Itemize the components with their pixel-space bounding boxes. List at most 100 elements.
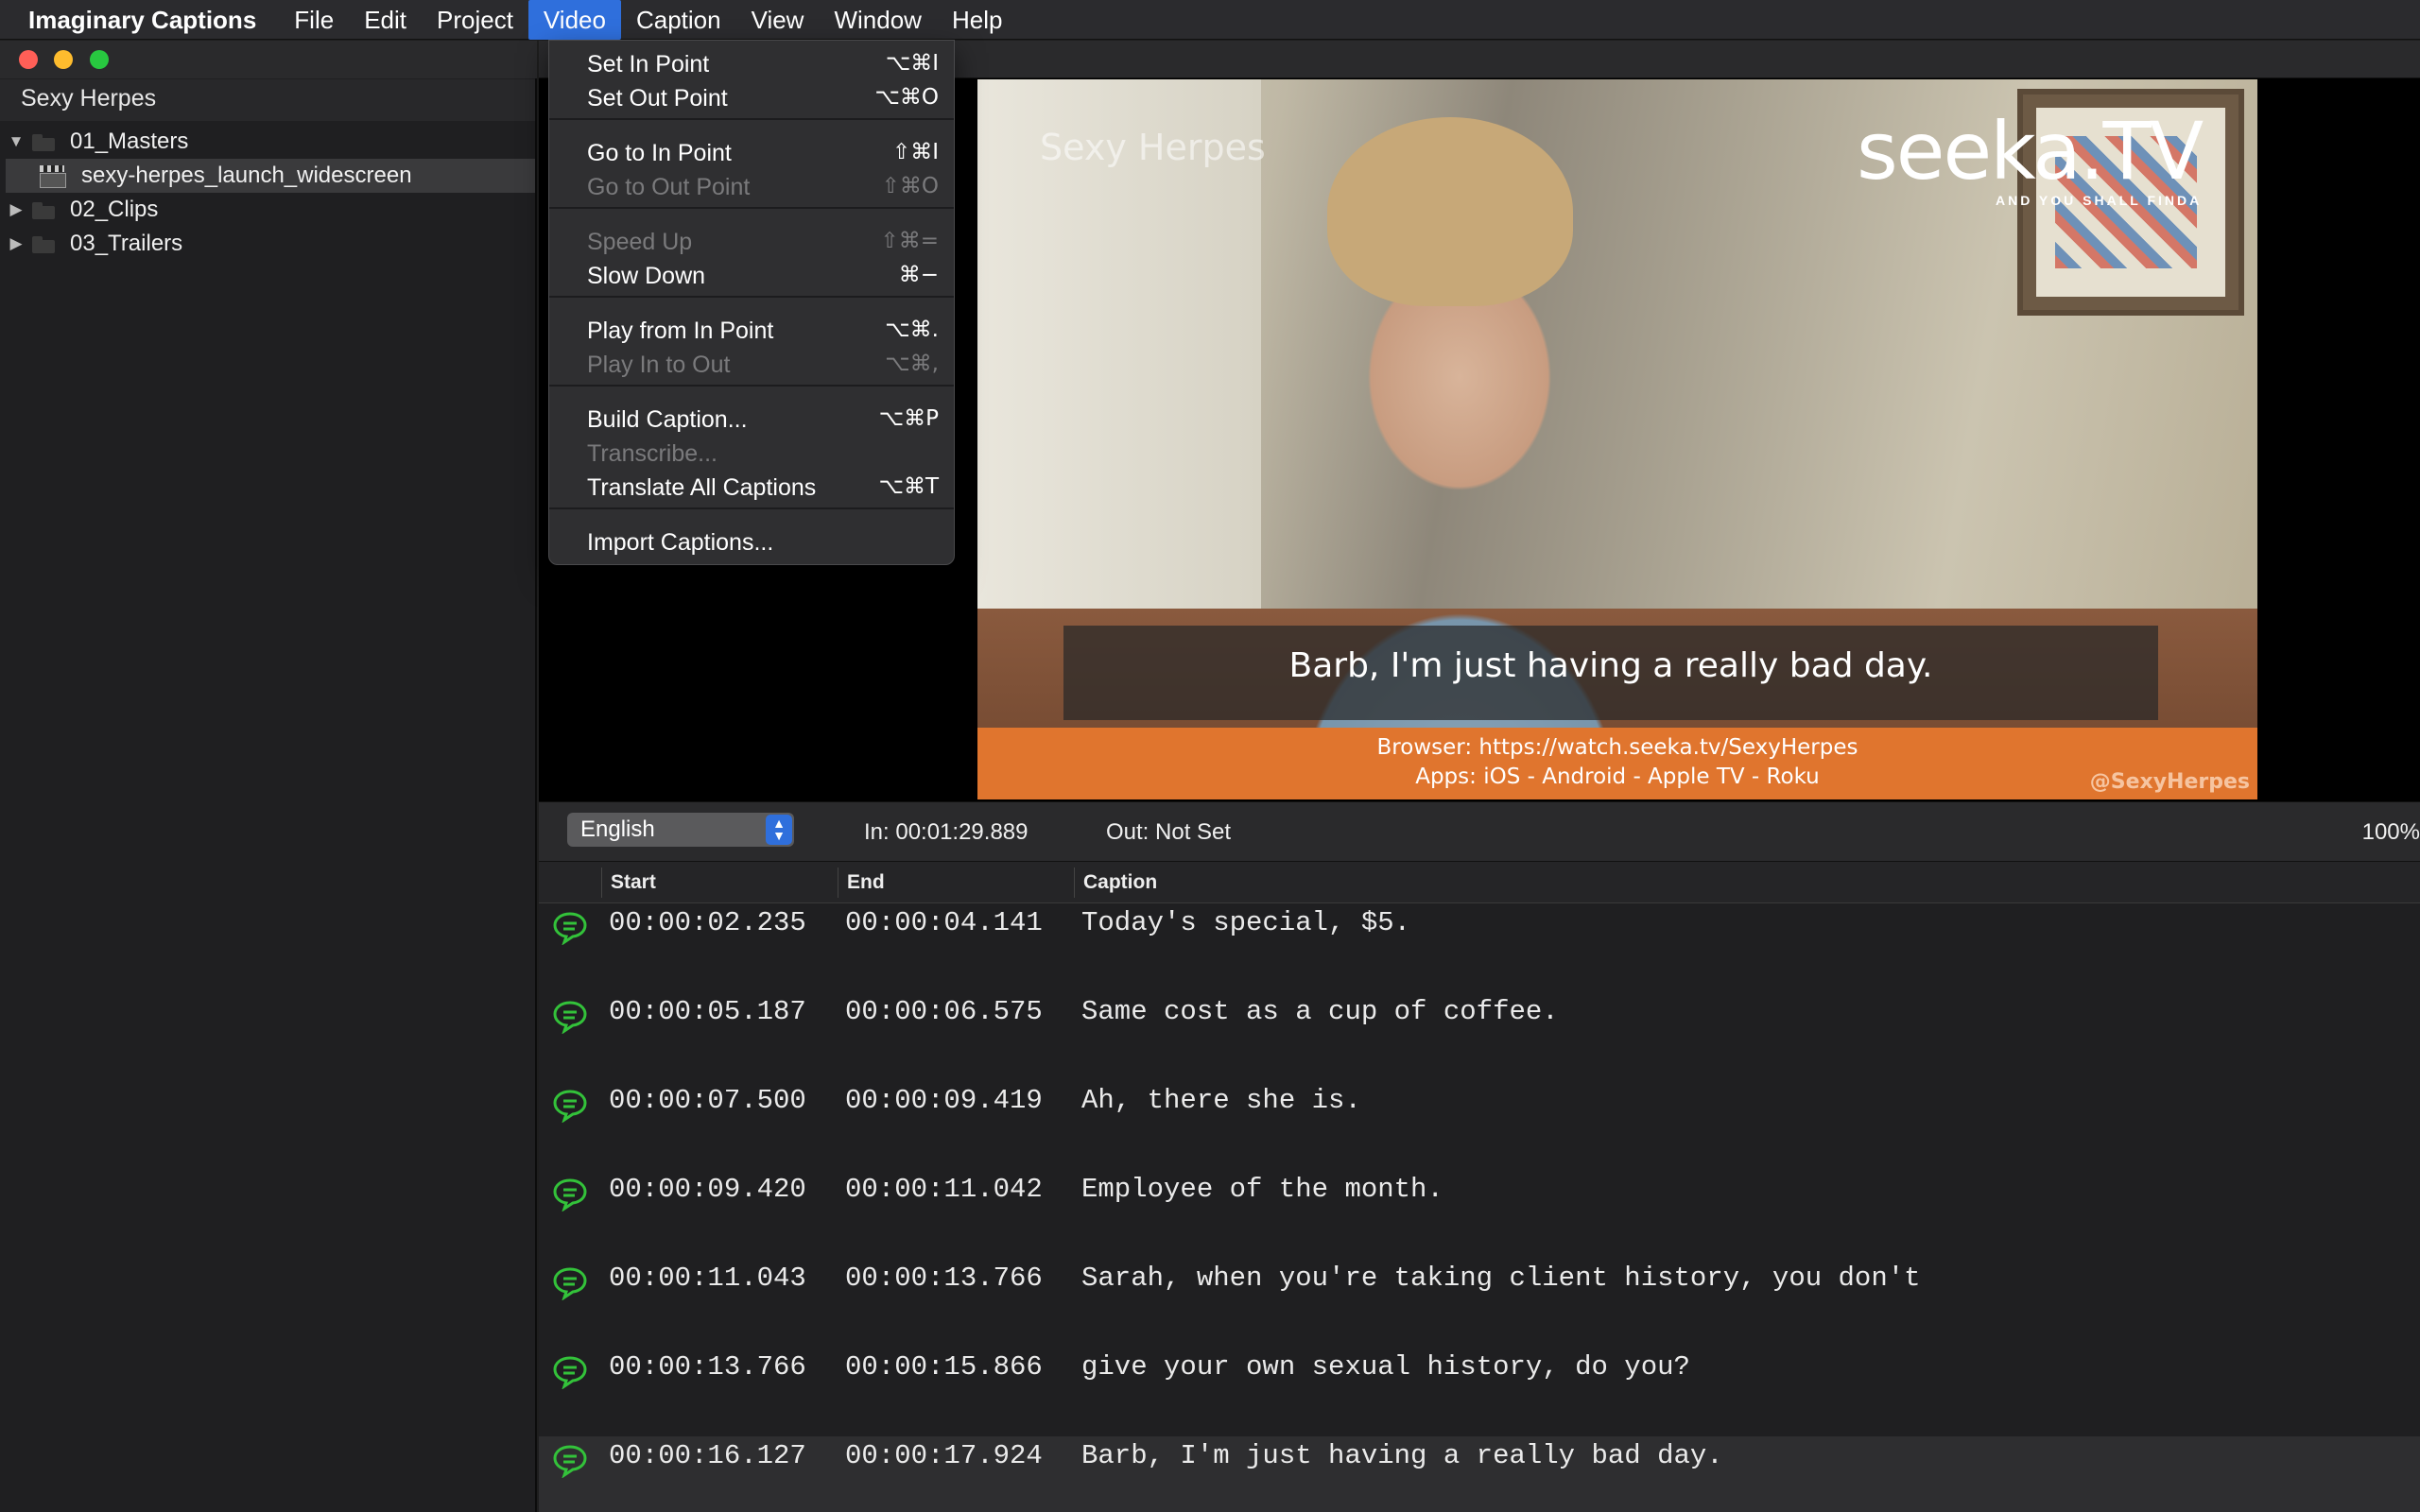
menu-file[interactable]: File (279, 0, 349, 40)
minimize-window-button[interactable] (54, 50, 73, 69)
language-select[interactable]: English ▲ ▼ (567, 813, 794, 847)
cell-caption[interactable]: Same cost as a cup of coffee. (1081, 996, 1559, 1027)
cell-end[interactable]: 00:00:15.866 (845, 1351, 1043, 1383)
menu-item-import-captions[interactable]: Import Captions... (549, 524, 954, 558)
column-separator (1074, 868, 1075, 898)
disclosure-expanded-icon[interactable]: ▼ (6, 132, 26, 151)
column-header-end[interactable]: End (847, 871, 885, 894)
zoom-window-button[interactable] (90, 50, 109, 69)
cell-start[interactable]: 00:00:05.187 (609, 996, 806, 1027)
social-handle: @SexyHerpes (2089, 770, 2250, 794)
close-window-button[interactable] (19, 50, 38, 69)
video-menu-dropdown: Set In Point ⌥⌘I Set Out Point ⌥⌘O Go to In … (548, 40, 955, 565)
cell-caption[interactable]: give your own sexual history, do you? (1081, 1351, 1690, 1383)
tree-item-launch-widescreen[interactable]: sexy-herpes_launch_widescreen (6, 159, 535, 193)
menu-item-label: Slow Down (587, 263, 706, 289)
caption-bubble-icon (552, 1089, 588, 1124)
clapperboard-icon (40, 165, 66, 188)
menu-caption[interactable]: Caption (621, 0, 736, 40)
menu-window[interactable]: Window (819, 0, 936, 40)
menu-view[interactable]: View (736, 0, 820, 40)
cell-end[interactable]: 00:00:17.924 (845, 1440, 1043, 1471)
table-row[interactable]: 00:00:13.766 00:00:15.866 give your own se… (539, 1348, 2420, 1436)
menu-item-label: Play from In Point (587, 318, 774, 344)
menu-help[interactable]: Help (937, 0, 1017, 40)
menu-separator (549, 207, 954, 209)
folder-icon (32, 234, 57, 253)
menu-item-build-caption[interactable]: Build Caption... ⌥⌘P (549, 402, 954, 436)
tree-item-label: sexy-herpes_launch_widescreen (81, 163, 412, 188)
tree-item-01-masters[interactable]: ▼ 01_Masters (6, 125, 535, 159)
menu-item-slow-down[interactable]: Slow Down ⌘− (549, 258, 954, 292)
menu-item-label: Play In to Out (587, 352, 731, 378)
menu-item-transcribe[interactable]: Transcribe... (549, 436, 954, 470)
table-row[interactable]: 00:00:07.500 00:00:09.419 Ah, there she is… (539, 1081, 2420, 1170)
menu-item-label: Build Caption... (587, 406, 748, 433)
table-row[interactable]: 00:00:05.187 00:00:06.575 Same cost as a c… (539, 992, 2420, 1081)
menu-item-shortcut: ⌥⌘, (885, 352, 939, 376)
column-separator (601, 868, 602, 898)
menu-item-label: Transcribe... (587, 440, 718, 467)
table-row[interactable]: 00:00:11.043 00:00:13.766 Sarah, when you'… (539, 1259, 2420, 1348)
cell-start[interactable]: 00:00:13.766 (609, 1351, 806, 1383)
menu-item-play-in-to-out[interactable]: Play In to Out ⌥⌘, (549, 347, 954, 381)
menu-item-play-from-in-point[interactable]: Play from In Point ⌥⌘. (549, 313, 954, 347)
menu-item-translate-all-captions[interactable]: Translate All Captions ⌥⌘T (549, 470, 954, 504)
tree-item-02-clips[interactable]: ▶ 02_Clips (6, 193, 535, 227)
chevron-updown-icon[interactable]: ▲ ▼ (766, 815, 792, 845)
cell-caption[interactable]: Ah, there she is. (1081, 1085, 1361, 1116)
cell-start[interactable]: 00:00:09.420 (609, 1174, 806, 1205)
tree-item-label: 01_Masters (70, 129, 189, 154)
subtitle-overlay: Barb, I'm just having a really bad day. (1063, 626, 2158, 720)
cell-start[interactable]: 00:00:16.127 (609, 1440, 806, 1471)
cell-end[interactable]: 00:00:04.141 (845, 907, 1043, 938)
table-header: Start End Caption (539, 862, 2420, 903)
captions-table: Start End Caption 00:00:02.235 00:00:04.1… (539, 862, 2420, 1512)
cell-caption[interactable]: Sarah, when you're taking client history… (1081, 1263, 1921, 1294)
cell-end[interactable]: 00:00:11.042 (845, 1174, 1043, 1205)
cell-caption[interactable]: Employee of the month. (1081, 1174, 1443, 1205)
menu-item-label: Set Out Point (587, 85, 728, 112)
cell-start[interactable]: 00:00:11.043 (609, 1263, 806, 1294)
video-title-overlay: Sexy Herpes (1040, 127, 1266, 168)
cell-end[interactable]: 00:00:13.766 (845, 1263, 1043, 1294)
menu-item-label: Go to Out Point (587, 174, 751, 200)
column-header-caption[interactable]: Caption (1083, 871, 1157, 894)
table-row[interactable]: 00:00:09.420 00:00:11.042 Employee of the … (539, 1170, 2420, 1259)
menu-project[interactable]: Project (422, 0, 528, 40)
menu-item-go-to-in-point[interactable]: Go to In Point ⇧⌘I (549, 135, 954, 169)
video-player[interactable]: Sexy Herpes seeka.TV AND YOU SHALL FINDA… (977, 79, 2257, 799)
table-row[interactable]: 00:00:16.127 00:00:17.924 Barb, I'm just h… (539, 1436, 2420, 1512)
promo-banner: Browser: https://watch.seeka.tv/SexyHerp… (977, 728, 2257, 799)
menu-item-go-to-out-point[interactable]: Go to Out Point ⇧⌘O (549, 169, 954, 203)
cell-start[interactable]: 00:00:07.500 (609, 1085, 806, 1116)
video-scene-hair (1327, 117, 1573, 306)
menu-item-label: Go to In Point (587, 140, 732, 166)
menu-video[interactable]: Video (527, 0, 621, 40)
cell-caption[interactable]: Today's special, $5. (1081, 907, 1410, 938)
seeka-tv-logo: seeka.TV AND YOU SHALL FINDA (1857, 105, 2204, 208)
cell-end[interactable]: 00:00:09.419 (845, 1085, 1043, 1116)
tree-item-label: 02_Clips (70, 197, 159, 222)
table-row[interactable]: 00:00:02.235 00:00:04.141 Today's special,… (539, 903, 2420, 992)
menu-item-label: Translate All Captions (587, 474, 817, 501)
menu-item-shortcut: ⇧⌘O (881, 174, 939, 198)
tree-item-03-trailers[interactable]: ▶ 03_Trailers (6, 227, 535, 261)
cell-end[interactable]: 00:00:06.575 (845, 996, 1043, 1027)
out-point-readout: Out: Not Set (1106, 819, 1232, 845)
menu-item-speed-up[interactable]: Speed Up ⇧⌘= (549, 224, 954, 258)
disclosure-collapsed-icon[interactable]: ▶ (6, 200, 26, 219)
menu-item-set-out-point[interactable]: Set Out Point ⌥⌘O (549, 80, 954, 114)
tree-item-label: 03_Trailers (70, 231, 183, 256)
menu-edit[interactable]: Edit (349, 0, 422, 40)
menu-separator (549, 118, 954, 120)
caption-bubble-icon (552, 1355, 588, 1390)
menu-item-set-in-point[interactable]: Set In Point ⌥⌘I (549, 46, 954, 80)
disclosure-collapsed-icon[interactable]: ▶ (6, 234, 26, 253)
menu-separator (549, 507, 954, 509)
menu-item-shortcut: ⇧⌘= (880, 229, 939, 253)
cell-start[interactable]: 00:00:02.235 (609, 907, 806, 938)
cell-caption[interactable]: Barb, I'm just having a really bad day. (1081, 1440, 1723, 1471)
column-header-start[interactable]: Start (611, 871, 656, 894)
app-name-menu[interactable]: Imaginary Captions (0, 0, 279, 40)
